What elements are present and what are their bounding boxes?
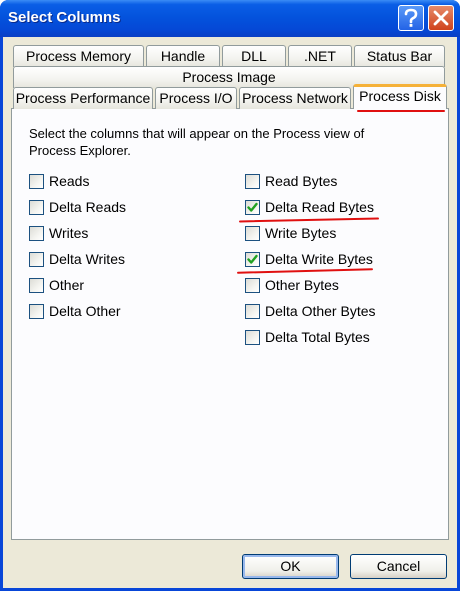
- option-label: Delta Write Bytes: [265, 251, 373, 267]
- checkbox-checked[interactable]: [245, 199, 260, 215]
- option-label: Delta Other: [49, 303, 121, 319]
- checkbox[interactable]: [245, 277, 260, 293]
- ok-button[interactable]: OK: [242, 554, 339, 579]
- option-label: Reads: [49, 173, 90, 189]
- annotation-underline: [357, 110, 445, 112]
- checkbox[interactable]: [245, 329, 260, 345]
- option-writes[interactable]: Writes: [29, 224, 88, 242]
- option-delta-writes[interactable]: Delta Writes: [29, 250, 125, 268]
- option-label: Other: [49, 277, 85, 293]
- option-delta-other-bytes[interactable]: Delta Other Bytes: [245, 302, 376, 320]
- window-title: Select Columns: [8, 9, 121, 26]
- tab-dotnet[interactable]: .NET: [288, 45, 352, 67]
- option-label: Delta Read Bytes: [265, 199, 374, 215]
- tab-status-bar[interactable]: Status Bar: [354, 45, 445, 67]
- tab-label: Status Bar: [366, 48, 433, 64]
- tab-process-io[interactable]: Process I/O: [155, 87, 237, 109]
- tab-label: Process Image: [182, 69, 276, 85]
- tab-handle[interactable]: Handle: [146, 45, 220, 67]
- option-label: Delta Other Bytes: [265, 303, 376, 319]
- help-button[interactable]: [398, 5, 424, 31]
- option-label: Read Bytes: [265, 173, 338, 189]
- option-delta-reads[interactable]: Delta Reads: [29, 198, 126, 216]
- checkbox[interactable]: [245, 225, 260, 241]
- option-delta-other[interactable]: Delta Other: [29, 302, 121, 320]
- option-label: Delta Total Bytes: [265, 329, 370, 345]
- option-other[interactable]: Other: [29, 276, 84, 294]
- checkbox[interactable]: [245, 303, 260, 319]
- option-delta-read-bytes[interactable]: Delta Read Bytes: [245, 198, 374, 216]
- checkbox-checked[interactable]: [245, 251, 260, 267]
- tab-label: Process Memory: [25, 48, 132, 64]
- tab-label: Process Performance: [15, 90, 151, 106]
- option-label: Delta Reads: [49, 199, 127, 215]
- option-label: Writes: [49, 225, 89, 241]
- option-other-bytes[interactable]: Other Bytes: [245, 276, 339, 294]
- checkbox[interactable]: [29, 199, 44, 215]
- checkbox[interactable]: [29, 277, 44, 293]
- option-read-bytes[interactable]: Read Bytes: [245, 172, 337, 190]
- checkbox[interactable]: [29, 251, 44, 267]
- option-delta-total-bytes[interactable]: Delta Total Bytes: [245, 328, 370, 346]
- tab-label: Handle: [160, 48, 206, 64]
- option-label: Delta Writes: [49, 251, 125, 267]
- panel-description: Select the columns that will appear on t…: [29, 126, 365, 158]
- select-columns-window: Select Columns Process Memory Handle DLL…: [0, 0, 460, 591]
- tab-process-performance[interactable]: Process Performance: [13, 87, 153, 109]
- tab-process-network[interactable]: Process Network: [239, 87, 351, 109]
- tab-dll[interactable]: DLL: [222, 45, 286, 67]
- title-bar[interactable]: Select Columns: [0, 0, 460, 37]
- close-icon: [433, 10, 449, 26]
- tab-process-memory[interactable]: Process Memory: [13, 45, 144, 67]
- option-label: Other Bytes: [265, 277, 339, 293]
- option-write-bytes[interactable]: Write Bytes: [245, 224, 336, 242]
- checkbox[interactable]: [29, 173, 44, 189]
- option-delta-write-bytes[interactable]: Delta Write Bytes: [245, 250, 373, 268]
- tab-label: DLL: [241, 48, 267, 64]
- option-label: Write Bytes: [265, 225, 337, 241]
- checkbox[interactable]: [29, 225, 44, 241]
- tab-process-disk[interactable]: Process Disk: [353, 84, 447, 109]
- cancel-button[interactable]: Cancel: [350, 554, 447, 579]
- question-mark-icon: [404, 8, 418, 27]
- checkmark-icon: [247, 254, 258, 264]
- option-reads[interactable]: Reads: [29, 172, 89, 190]
- tab-label: Process Network: [242, 90, 348, 106]
- checkmark-icon: [247, 202, 258, 212]
- tab-label: Process I/O: [159, 90, 233, 106]
- checkbox[interactable]: [245, 173, 260, 189]
- close-button[interactable]: [428, 5, 454, 31]
- tab-label: Process Disk: [359, 88, 441, 104]
- tab-label: .NET: [304, 48, 336, 64]
- checkbox[interactable]: [29, 303, 44, 319]
- dialog-client-area: Process Memory Handle DLL .NET Status Ba…: [3, 37, 457, 588]
